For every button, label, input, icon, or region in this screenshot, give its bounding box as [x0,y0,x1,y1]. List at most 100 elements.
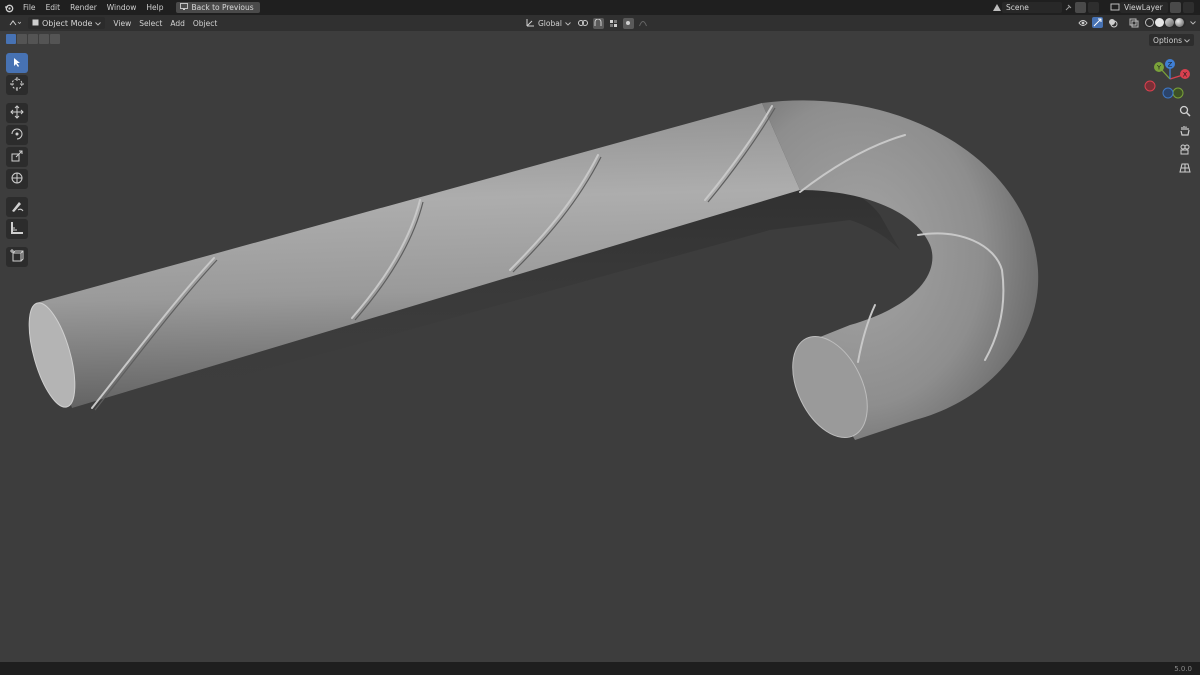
select-extend-icon[interactable] [17,34,27,44]
transform-tool[interactable] [6,169,28,189]
orientation-dropdown[interactable]: Global [523,17,574,29]
scale-tool[interactable] [6,147,28,167]
view-layer-icon [1109,2,1120,13]
scene-selector[interactable]: Scene [991,2,1099,13]
add-cube-tool[interactable] [6,247,28,267]
menu-add[interactable]: Add [166,19,189,28]
menu-edit[interactable]: Edit [41,0,66,15]
move-tool[interactable] [6,103,28,123]
perspective-toggle-button[interactable] [1176,161,1194,177]
xray-icon[interactable] [1128,17,1139,28]
scene-name: Scene [1006,3,1029,12]
camera-view-button[interactable] [1176,142,1194,158]
menu-object[interactable]: Object [189,19,221,28]
gizmo-neg-z-icon[interactable] [1162,87,1174,99]
viewport-navigation-buttons [1176,104,1194,177]
cane-shaft [36,103,800,408]
grid-perspective-icon [1179,162,1191,176]
solid-shading-icon[interactable] [1155,18,1164,27]
status-bar: 5.0.0 [0,662,1200,675]
gizmo-y-label: Y [1156,64,1161,72]
back-to-previous-label: Back to Previous [191,3,254,12]
view-layer-selector[interactable]: ViewLayer [1109,2,1200,13]
camera-icon [1179,143,1191,157]
view-layer-name: ViewLayer [1124,3,1163,12]
pan-button[interactable] [1176,123,1194,139]
proportional-edit-icon[interactable] [622,17,634,29]
3d-viewport[interactable] [0,31,1200,662]
workspace-selectors: Scene ViewLayer [987,0,1200,15]
measure-tool[interactable] [6,219,28,239]
pivot-point-icon[interactable] [578,18,589,29]
add-cube-icon [10,249,24,265]
scene-icon [991,2,1002,13]
rotate-tool[interactable] [6,125,28,145]
move-icon [10,105,24,121]
ruler-icon [10,221,24,237]
select-box-tool[interactable] [6,53,28,73]
pin-icon[interactable] [1062,2,1073,13]
transform-icon [10,171,24,187]
delete-scene-icon[interactable] [1088,2,1099,13]
delete-view-layer-icon[interactable] [1183,2,1194,13]
orientation-icon [526,18,535,29]
annotate-pencil-icon [10,199,24,215]
gizmo-x-label: X [1183,71,1188,79]
chevron-down-icon [1184,36,1190,45]
gizmo-neg-x-icon[interactable] [1144,80,1156,92]
falloff-icon[interactable] [638,18,649,29]
snap-toggle-icon[interactable] [592,17,604,29]
cursor-tool[interactable] [6,75,28,95]
blender-logo-icon[interactable] [4,3,14,13]
chevron-down-icon [565,19,571,28]
options-dropdown[interactable]: Options [1149,34,1194,46]
rotate-icon [10,127,24,143]
version-label: 5.0.0 [1174,665,1192,673]
select-subtract-icon[interactable] [28,34,38,44]
back-to-previous-button[interactable]: Back to Previous [176,2,260,13]
gizmo-toggle-icon[interactable] [1092,17,1103,28]
wireframe-shading-icon[interactable] [1145,18,1154,27]
object-mode-label: Object Mode [42,18,93,28]
material-shading-icon[interactable] [1165,18,1174,27]
shading-modes[interactable] [1143,17,1186,28]
gizmo-z-label: Z [1168,61,1173,69]
menu-view[interactable]: View [109,19,135,28]
chevron-down-icon[interactable] [1190,18,1196,27]
viewport-display-tools [1077,17,1196,28]
top-bar: File Edit Render Window Help Back to Pre… [0,0,1200,15]
scale-icon [10,149,24,165]
annotate-tool[interactable] [6,197,28,217]
viewport-header: Object Mode View Select Add Object Globa… [0,15,1200,31]
gizmo-neg-y-icon[interactable] [1172,87,1184,99]
zoom-magnifier-icon [1179,105,1191,119]
menu-select[interactable]: Select [135,19,166,28]
menu-render[interactable]: Render [65,0,102,15]
3d-cursor-icon [10,77,24,93]
transform-tools: Global [523,17,649,29]
selection-mode-buttons [6,34,60,44]
zoom-button[interactable] [1176,104,1194,120]
select-new-icon[interactable] [6,34,16,44]
navigation-gizmo[interactable]: X Y Z [1140,57,1196,101]
visibility-icon[interactable] [1077,17,1088,28]
object-mode-icon [32,19,39,28]
rendered-shading-icon[interactable] [1175,18,1184,27]
menu-window[interactable]: Window [102,0,142,15]
hand-icon [1179,124,1191,138]
tool-shelf [6,53,29,267]
menu-help[interactable]: Help [141,0,168,15]
snap-target-icon[interactable] [608,18,619,29]
new-view-layer-icon[interactable] [1170,2,1181,13]
orientation-label: Global [538,18,562,28]
editor-type-dropdown[interactable] [6,17,24,29]
screen-icon [180,3,189,12]
select-intersect-icon[interactable] [50,34,60,44]
overlays-icon[interactable] [1107,17,1118,28]
select-difference-icon[interactable] [39,34,49,44]
new-scene-icon[interactable] [1075,2,1086,13]
object-mode-dropdown[interactable]: Object Mode [28,17,106,29]
chevron-down-icon [95,19,102,28]
menu-file[interactable]: File [18,0,41,15]
cursor-arrow-icon [12,57,22,70]
